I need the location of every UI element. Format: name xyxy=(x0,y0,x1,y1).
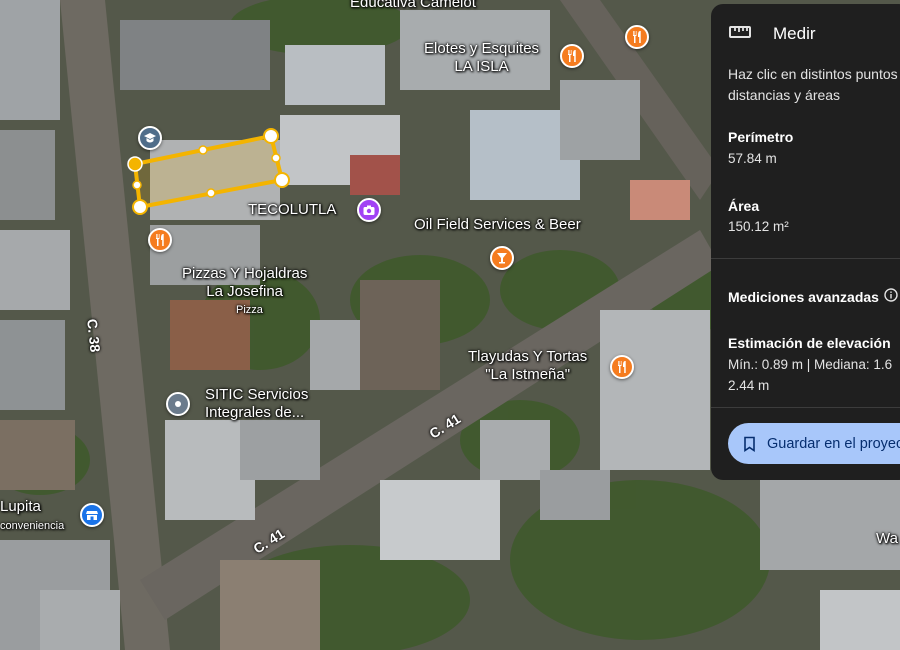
school-pin-icon[interactable] xyxy=(138,126,162,150)
place-label-educativa[interactable]: Educativa Camelot xyxy=(350,0,476,12)
save-to-project-button[interactable]: Guardar en el proyecto xyxy=(728,423,900,464)
restaurant-pin-icon[interactable] xyxy=(610,355,634,379)
place-label-tecolutla[interactable]: TECOLUTLA xyxy=(248,201,336,219)
bar-pin-icon[interactable] xyxy=(490,246,514,270)
measure-header: Medir xyxy=(729,24,816,44)
advanced-measurements-row[interactable]: Mediciones avanzadas xyxy=(728,288,898,305)
place-label-tlayudas[interactable]: Tlayudas Y Tortas "La Istmeña" xyxy=(468,348,587,384)
measure-midpoint[interactable] xyxy=(206,188,216,198)
measure-vertex[interactable] xyxy=(127,156,143,172)
camera-pin-icon[interactable] xyxy=(357,198,381,222)
measure-midpoint[interactable] xyxy=(271,153,281,163)
perimeter-value: 57.84 m xyxy=(728,151,777,166)
measure-vertex[interactable] xyxy=(263,128,279,144)
panel-divider xyxy=(711,258,900,259)
place-category-conveniencia: conveniencia xyxy=(0,520,65,532)
place-category-pizza: Pizza xyxy=(236,304,263,316)
location-pin-icon[interactable] xyxy=(166,392,190,416)
elevation-max: 2.44 m xyxy=(728,378,770,393)
panel-divider xyxy=(711,407,900,408)
restaurant-pin-icon[interactable] xyxy=(148,228,172,252)
place-label-sitic[interactable]: SITIC Servicios Integrales de... xyxy=(205,386,308,422)
measure-vertex[interactable] xyxy=(132,199,148,215)
place-label-wa[interactable]: Wa xyxy=(876,530,898,548)
measure-midpoint[interactable] xyxy=(198,145,208,155)
restaurant-pin-icon[interactable] xyxy=(560,44,584,68)
store-pin-icon[interactable] xyxy=(80,503,104,527)
measure-title: Medir xyxy=(773,24,816,43)
elevation-label: Estimación de elevación xyxy=(728,335,891,351)
elevation-values: Mín.: 0.89 m | Mediana: 1.6 xyxy=(728,357,893,372)
place-label-elotes[interactable]: Elotes y Esquites LA ISLA xyxy=(424,40,539,76)
street-label-c38: C. 38 xyxy=(84,318,104,353)
measure-panel: Medir Haz clic en distintos puntos dista… xyxy=(711,4,900,480)
measure-description: Haz clic en distintos puntos distancias … xyxy=(728,66,898,103)
place-label-pizzas[interactable]: Pizzas Y Hojaldras La Josefina xyxy=(182,265,307,301)
bookmark-icon xyxy=(742,436,757,452)
measure-vertex[interactable] xyxy=(274,172,290,188)
area-label: Área xyxy=(728,198,760,214)
info-icon[interactable] xyxy=(884,288,898,305)
measure-midpoint[interactable] xyxy=(132,180,142,190)
perimeter-label: Perímetro xyxy=(728,129,794,145)
ruler-icon xyxy=(729,25,751,44)
area-value: 150.12 m² xyxy=(728,219,789,234)
place-label-oil-field[interactable]: Oil Field Services & Beer xyxy=(414,216,581,234)
restaurant-pin-icon[interactable] xyxy=(625,25,649,49)
place-label-lupita[interactable]: Lupita xyxy=(0,498,41,516)
